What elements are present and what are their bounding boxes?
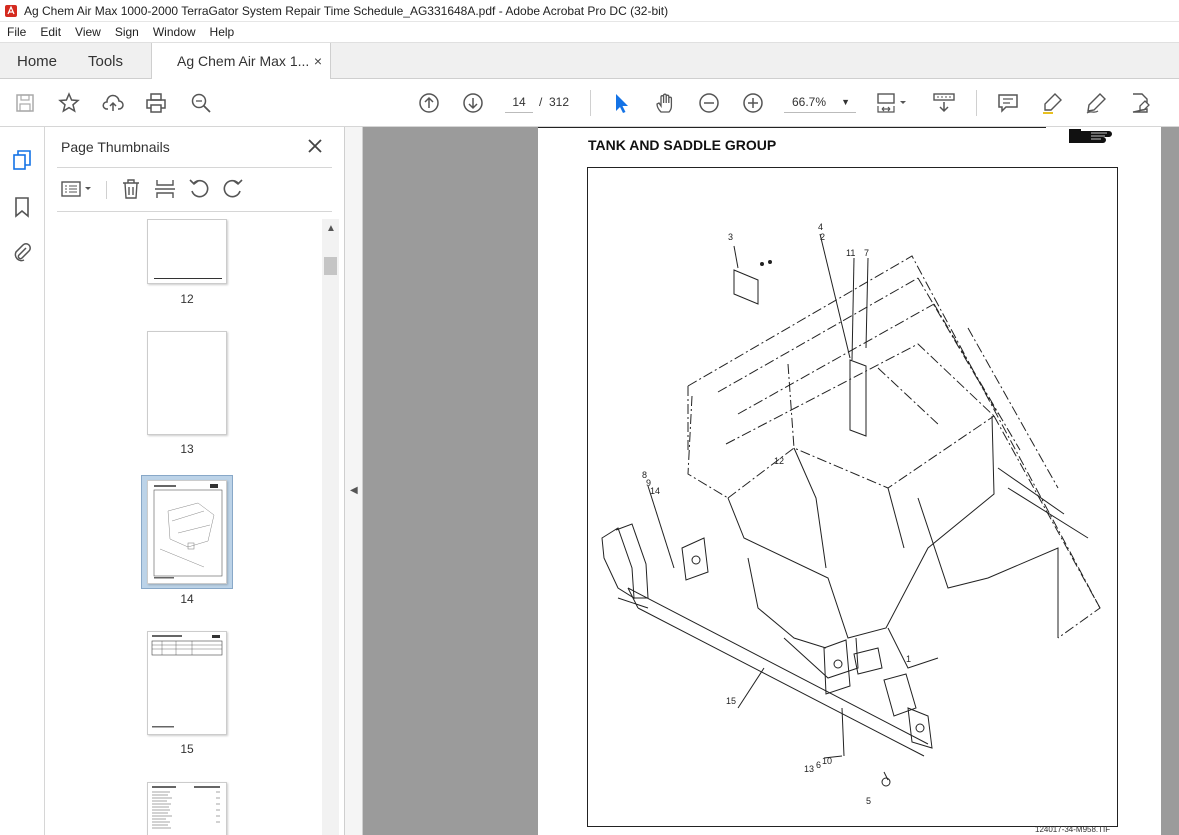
menu-window[interactable]: Window <box>146 25 203 39</box>
thumbnail-page-15[interactable] <box>147 631 227 735</box>
page-count: 312 <box>549 95 570 109</box>
main-toolbar <box>0 79 1179 127</box>
zoom-search-icon[interactable] <box>189 91 213 115</box>
thumbnail-page-16[interactable] <box>147 782 227 835</box>
arrow-down-circle-icon[interactable] <box>461 91 485 115</box>
menu-file[interactable]: File <box>0 25 33 39</box>
callout-2: 2 <box>820 232 825 242</box>
share-edit-icon[interactable] <box>1128 91 1152 115</box>
toolbar-divider-2 <box>976 90 977 116</box>
extract-pages-icon[interactable] <box>153 177 177 201</box>
chevron-down-icon: ▼ <box>841 97 850 107</box>
tab-close-icon[interactable]: × <box>314 53 322 69</box>
menu-bar: File Edit View Sign Window Help <box>0 22 1179 43</box>
close-icon[interactable] <box>305 136 325 156</box>
exploded-parts-drawing: 3 4 2 11 7 12 8 9 14 15 1 13 6 10 5 <box>601 222 1101 806</box>
thumbnail-rule <box>154 278 222 279</box>
panel-scrollbar[interactable]: ▲ <box>322 219 339 835</box>
callout-1: 1 <box>906 654 911 664</box>
thumbnail-label: 13 <box>180 442 194 456</box>
star-icon[interactable] <box>57 91 81 115</box>
callout-10: 10 <box>822 756 832 766</box>
callout-7: 7 <box>864 248 869 258</box>
title-bar: Ag Chem Air Max 1000-2000 TerraGator Sys… <box>0 0 1179 22</box>
callout-6: 6 <box>816 760 821 770</box>
plus-circle-icon[interactable] <box>741 91 765 115</box>
cursor-icon[interactable] <box>609 91 633 115</box>
thumbnail-label: 14 <box>180 592 194 606</box>
menu-sign[interactable]: Sign <box>108 25 146 39</box>
panel-splitter[interactable]: ◀ <box>345 127 363 835</box>
tab-document[interactable]: Ag Chem Air Max 1... × <box>151 43 331 80</box>
callout-5: 5 <box>866 796 871 806</box>
thumbnail-drawing <box>153 484 223 579</box>
drawing-frame: 3 4 2 11 7 12 8 9 14 15 1 13 6 10 5 <box>587 167 1118 827</box>
tab-document-label: Ag Chem Air Max 1... <box>177 53 310 69</box>
tab-home[interactable]: Home <box>17 43 57 79</box>
zoom-value: 66.7% <box>792 95 827 109</box>
page-thumbnails-icon[interactable] <box>11 149 33 171</box>
bookmark-icon[interactable] <box>11 196 33 218</box>
left-rail <box>0 127 45 835</box>
callout-13: 13 <box>804 764 814 774</box>
thumbnail-label: 12 <box>180 292 194 306</box>
toolbar-divider <box>590 90 591 116</box>
callout-4: 4 <box>818 222 823 232</box>
hand-icon[interactable] <box>653 91 677 115</box>
thumbnail-page-12[interactable] <box>147 219 227 284</box>
panel-toolbar-divider <box>106 181 107 199</box>
callout-3: 3 <box>728 232 733 242</box>
header-rule <box>538 127 1046 128</box>
figure-caption: 124017-34-M958.TIF <box>1035 825 1111 834</box>
comment-icon[interactable] <box>996 91 1020 115</box>
thumbnail-label: 15 <box>180 742 194 756</box>
fit-page-icon[interactable] <box>876 91 910 115</box>
thumbnail-page-14[interactable] <box>147 480 227 584</box>
scroll-mode-icon[interactable] <box>932 91 956 115</box>
callout-14: 14 <box>650 486 660 496</box>
highlighter-icon[interactable] <box>1040 91 1064 115</box>
thumbnails-panel: Page Thumbnails 12 13 14 15 ▲ <box>45 127 345 835</box>
acrobat-app-icon <box>5 4 17 17</box>
hand-pointer-logo <box>1069 129 1112 143</box>
save-icon[interactable] <box>13 91 37 115</box>
tab-bar: Home Tools Ag Chem Air Max 1... × <box>0 43 1179 80</box>
rotate-right-icon[interactable] <box>221 177 245 201</box>
rotate-left-icon[interactable] <box>187 177 211 201</box>
menu-edit[interactable]: Edit <box>33 25 68 39</box>
thumbnail-list-preview <box>152 786 220 829</box>
options-menu-icon[interactable] <box>59 177 95 201</box>
thumbnail-list: 12 13 14 15 <box>57 219 322 835</box>
callout-15: 15 <box>726 696 736 706</box>
scrollbar-thumb[interactable] <box>324 257 337 275</box>
trash-icon[interactable] <box>119 177 143 201</box>
scroll-up-icon[interactable]: ▲ <box>326 223 336 234</box>
cloud-upload-icon[interactable] <box>101 91 125 115</box>
printer-icon[interactable] <box>144 91 168 115</box>
arrow-up-circle-icon[interactable] <box>417 91 441 115</box>
thumbnail-table <box>151 635 223 728</box>
panel-divider-2 <box>57 211 332 212</box>
window-title: Ag Chem Air Max 1000-2000 TerraGator Sys… <box>24 3 669 18</box>
document-view[interactable]: TANK AND SADDLE GROUP 3 4 2 11 7 12 8 9 … <box>363 127 1179 835</box>
panel-divider <box>57 167 332 168</box>
attachment-icon[interactable] <box>11 241 33 263</box>
panel-title: Page Thumbnails <box>61 139 170 155</box>
tab-tools[interactable]: Tools <box>88 43 123 79</box>
minus-circle-icon[interactable] <box>697 91 721 115</box>
page-heading: TANK AND SADDLE GROUP <box>588 137 777 153</box>
page-separator: / <box>539 95 543 109</box>
pdf-page: TANK AND SADDLE GROUP 3 4 2 11 7 12 8 9 … <box>538 127 1161 835</box>
collapse-panel-icon[interactable]: ◀ <box>350 485 358 496</box>
thumbnail-page-13[interactable] <box>147 331 227 435</box>
callout-11: 11 <box>846 248 855 258</box>
callout-12: 12 <box>774 456 784 466</box>
menu-help[interactable]: Help <box>203 25 242 39</box>
page-number-input[interactable]: 14 <box>505 91 533 113</box>
zoom-select[interactable]: 66.7% ▼ <box>784 91 856 113</box>
menu-view[interactable]: View <box>68 25 108 39</box>
pen-icon[interactable] <box>1084 91 1108 115</box>
